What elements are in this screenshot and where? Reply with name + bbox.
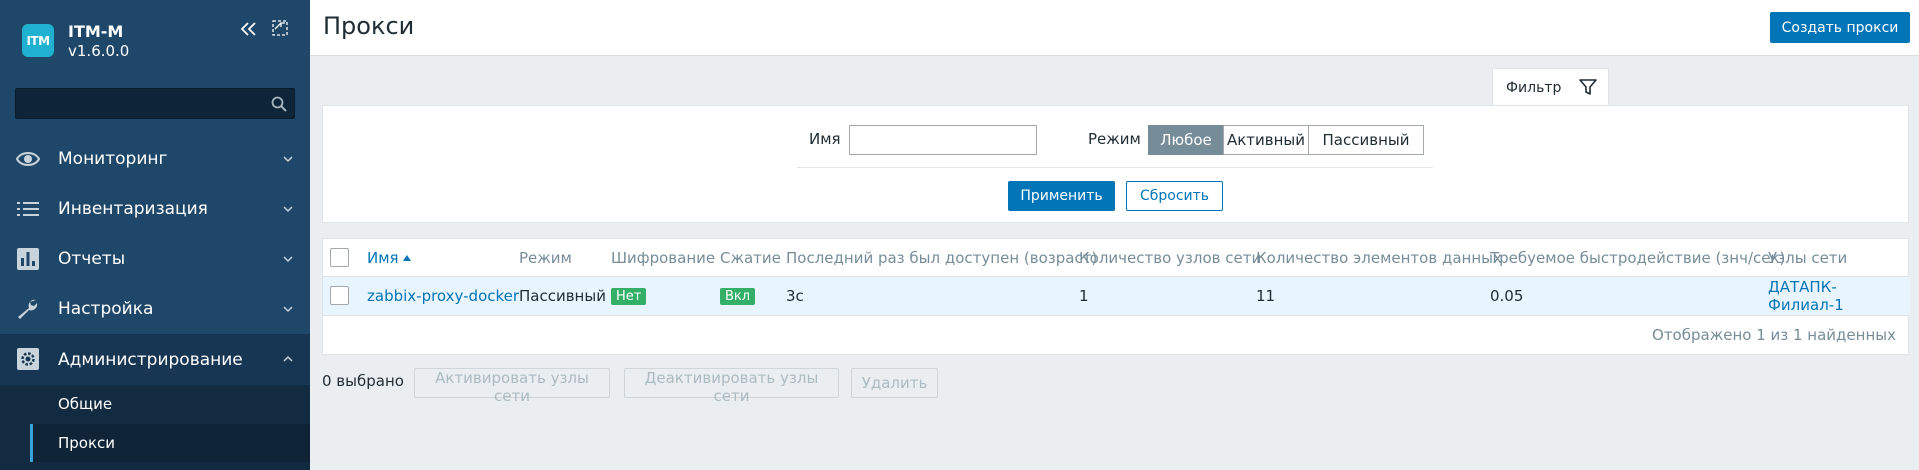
chevron-down-icon <box>283 256 293 263</box>
submenu-label: Прокси <box>58 434 116 452</box>
submenu-item-proxies[interactable]: Прокси <box>30 424 310 462</box>
apply-filter-button[interactable]: Применить <box>1008 181 1115 211</box>
reset-filter-button[interactable]: Сбросить <box>1126 181 1223 211</box>
page-header: Прокси Создать прокси <box>310 0 1919 56</box>
bar-chart-icon <box>17 248 39 270</box>
cell-items-count: 11 <box>1256 287 1276 305</box>
filter-mode-label: Режим <box>1088 130 1141 148</box>
filter-name-input[interactable] <box>849 125 1037 155</box>
search-icon[interactable] <box>271 96 287 112</box>
enable-hosts-button[interactable]: Активировать узлы сети <box>414 368 610 405</box>
submenu-label: Общие <box>58 395 113 413</box>
column-header-encryption: Шифрование <box>611 248 716 267</box>
cell-hosts: ДАТАПК-Филиал-1 <box>1768 277 1910 315</box>
column-header-last-seen: Последний раз был доступен (возраст) <box>786 248 1098 267</box>
table-footer-count: Отображено 1 из 1 найденных <box>1652 326 1896 344</box>
menu-label: Отчеты <box>58 249 126 269</box>
column-header-name[interactable]: Имя <box>367 239 411 276</box>
cell-hosts-count: 1 <box>1079 287 1089 305</box>
chevron-down-icon <box>283 206 293 213</box>
app-version: v1.6.0.0 <box>68 42 130 60</box>
disable-hosts-button[interactable]: Деактивировать узлы сети <box>624 368 839 405</box>
column-header-label: Имя <box>367 248 399 267</box>
menu-item-settings[interactable]: Настройка <box>0 284 310 334</box>
create-proxy-button[interactable]: Создать прокси <box>1770 12 1910 43</box>
submenu-item-general[interactable]: Общие <box>30 385 310 423</box>
encryption-badge: Нет <box>611 287 647 305</box>
menu-item-monitoring[interactable]: Мониторинг <box>0 134 310 184</box>
column-header-hosts: Узлы сети <box>1768 248 1848 267</box>
chevron-up-icon <box>283 355 293 362</box>
filter-icon <box>1579 79 1597 95</box>
page-title: Прокси <box>323 12 415 40</box>
proxy-table: Имя Режим Шифрование Сжатие Последний ра… <box>322 238 1910 355</box>
host-link[interactable]: ДАТАПК-Филиал-1 <box>1768 278 1910 314</box>
filter-name-label: Имя <box>809 130 841 148</box>
app-logo[interactable]: ITM <box>22 24 54 57</box>
cell-last-seen: 3с <box>786 287 804 305</box>
select-all-checkbox[interactable] <box>330 248 349 267</box>
sidebar: ITM ITM-M v1.6.0.0 Мониторинг Инвентариз… <box>0 0 310 470</box>
cell-nvps: 0.05 <box>1490 287 1524 305</box>
cell-name: zabbix-proxy-docker <box>367 277 519 315</box>
sidebar-search <box>15 88 295 119</box>
mode-option-active[interactable]: Активный <box>1223 125 1309 155</box>
eye-icon <box>16 152 40 166</box>
chevron-down-icon <box>283 156 293 163</box>
column-header-items-count: Количество элементов данных <box>1256 248 1502 267</box>
menu-label: Администрирование <box>58 349 243 370</box>
filter-tab[interactable]: Фильтр <box>1492 68 1609 106</box>
mode-segmented-control: Любое Активный Пассивный <box>1148 125 1424 155</box>
delete-button[interactable]: Удалить <box>851 368 938 398</box>
selected-count: 0 выбрано <box>322 372 404 390</box>
menu-item-reports[interactable]: Отчеты <box>0 234 310 284</box>
column-header-hosts-count: Количество узлов сети <box>1079 248 1262 267</box>
admin-submenu: Общие Прокси <box>0 385 310 470</box>
menu-label: Настройка <box>58 299 154 319</box>
chevron-down-icon <box>283 306 293 313</box>
cell-compression: Вкл <box>720 277 756 315</box>
cell-mode: Пассивный <box>519 287 606 305</box>
cell-encryption: Нет <box>611 277 647 315</box>
mode-option-any[interactable]: Любое <box>1148 125 1224 155</box>
collapse-sidebar-icon[interactable] <box>240 20 258 38</box>
column-header-mode: Режим <box>519 248 572 267</box>
mode-option-passive[interactable]: Пассивный <box>1308 125 1424 155</box>
menu-label: Мониторинг <box>58 149 168 169</box>
compression-badge: Вкл <box>720 287 756 305</box>
column-header-compression: Сжатие <box>720 248 781 267</box>
filter-divider <box>797 167 1433 168</box>
filter-panel: Имя Режим Любое Активный Пассивный Приме… <box>322 105 1909 223</box>
kiosk-mode-icon[interactable] <box>272 20 288 36</box>
menu-item-inventory[interactable]: Инвентаризация <box>0 184 310 234</box>
table-row: zabbix-proxy-docker Пассивный Нет Вкл 3с… <box>323 277 1910 315</box>
sort-ascending-icon <box>402 254 411 261</box>
search-input[interactable] <box>16 89 256 118</box>
column-header-nvps: Требуемое быстродействие (знч/сек) <box>1490 248 1786 267</box>
filter-tab-label: Фильтр <box>1506 79 1562 96</box>
logo-text: ITM <box>26 33 50 48</box>
wrench-icon <box>18 299 38 319</box>
app-name: ITM-M <box>68 22 124 41</box>
list-icon <box>17 202 39 216</box>
row-checkbox[interactable] <box>330 286 349 305</box>
menu-item-administration[interactable]: Администрирование <box>0 334 310 385</box>
menu-label: Инвентаризация <box>58 199 208 219</box>
proxy-name-link[interactable]: zabbix-proxy-docker <box>367 287 519 305</box>
cog-icon <box>17 348 39 370</box>
